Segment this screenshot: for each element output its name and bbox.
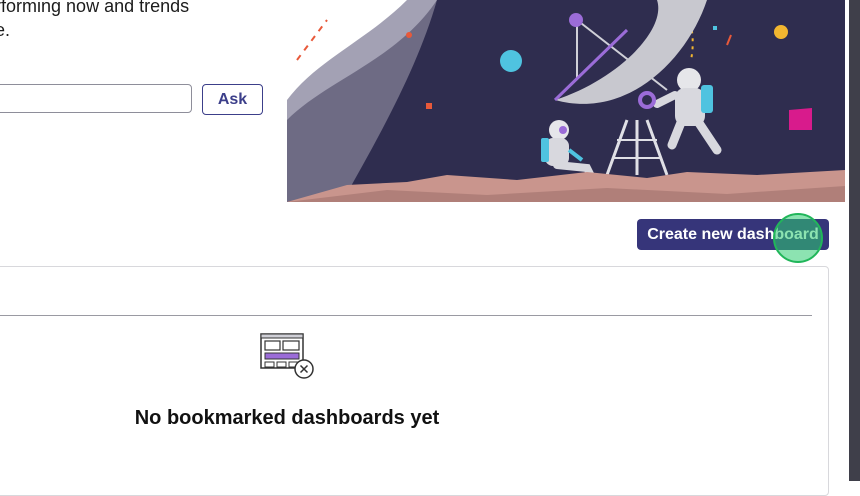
panel-divider xyxy=(0,315,812,316)
intro-line-1: e performing now and trends xyxy=(0,0,190,16)
dashboard-remove-icon xyxy=(260,333,316,381)
bookmarked-dashboards-panel xyxy=(0,266,829,496)
ask-input[interactable] xyxy=(0,84,192,113)
intro-text: e performing now and trends r time. xyxy=(0,0,260,42)
hero-illustration xyxy=(287,0,845,202)
right-edge-bar xyxy=(849,0,860,481)
create-new-dashboard-button[interactable]: Create new dashboard xyxy=(637,219,829,250)
empty-state-message: No bookmarked dashboards yet xyxy=(134,407,440,429)
ask-button[interactable]: Ask xyxy=(202,84,263,115)
intro-line-2: r time. xyxy=(0,20,11,40)
